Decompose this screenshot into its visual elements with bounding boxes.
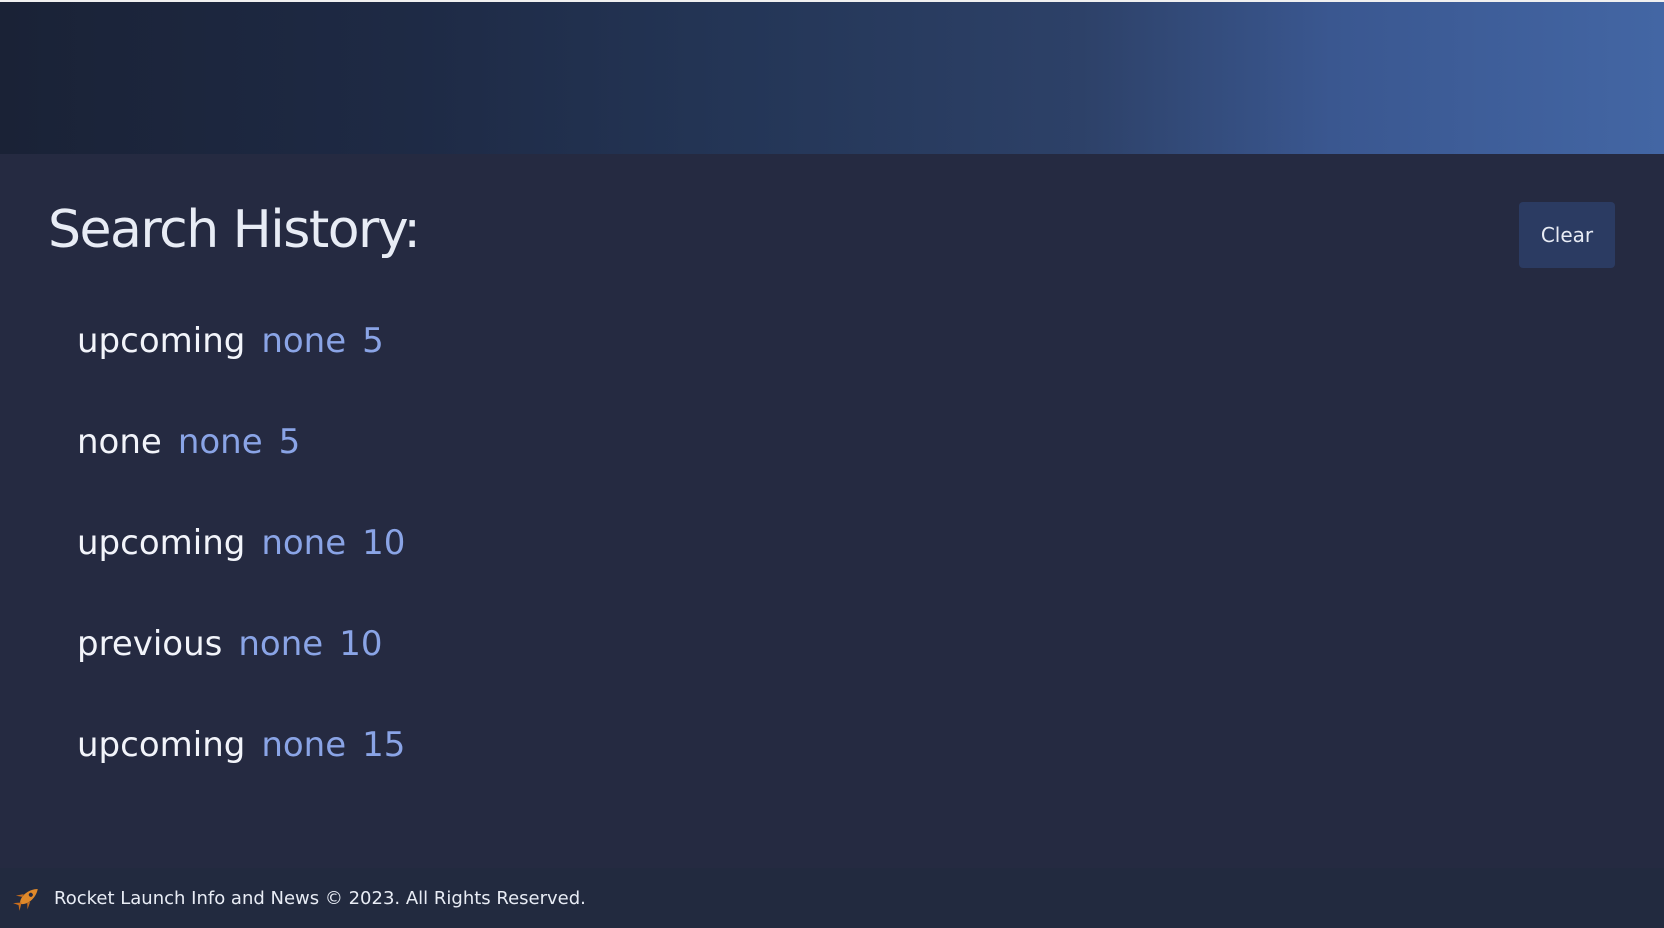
history-item[interactable]: none none 5 <box>77 425 421 526</box>
header-banner <box>0 0 1664 154</box>
clear-button[interactable]: Clear <box>1519 202 1615 268</box>
history-item[interactable]: upcoming none 10 <box>77 526 421 627</box>
history-item[interactable]: upcoming none 5 <box>77 324 421 425</box>
history-item-count: 5 <box>278 422 301 462</box>
rocket-icon <box>13 889 38 911</box>
history-item-filter: none <box>261 321 347 361</box>
history-item-count: 10 <box>362 523 406 563</box>
footer-content: Rocket Launch Info and News © 2023. All … <box>10 882 586 914</box>
footer: Rocket Launch Info and News © 2023. All … <box>0 868 1664 928</box>
page-title: Search History: <box>48 200 421 260</box>
history-item-type: upcoming <box>77 523 246 563</box>
history-item-count: 10 <box>339 624 383 664</box>
history-item-count: 5 <box>362 321 384 361</box>
history-item-filter: none <box>261 725 347 765</box>
history-item-type: previous <box>77 624 223 664</box>
history-item-type: upcoming <box>77 321 246 361</box>
history-item-type: upcoming <box>77 725 246 765</box>
history-item-filter: none <box>238 624 324 664</box>
history-item-type: none <box>77 422 162 462</box>
history-list: upcoming none 5 none none 5 upcoming none 10 p… <box>77 324 421 829</box>
history-item-filter: none <box>177 422 263 462</box>
history-item[interactable]: previous none 10 <box>77 627 421 728</box>
footer-copyright: Rocket Launch Info and News © 2023. All … <box>54 887 586 909</box>
history-item-filter: none <box>261 523 347 563</box>
history-item[interactable]: upcoming none 15 <box>77 728 421 829</box>
history-item-count: 15 <box>362 725 406 765</box>
search-history-section: Search History: Clear upcoming none 5 none… <box>0 154 1664 868</box>
